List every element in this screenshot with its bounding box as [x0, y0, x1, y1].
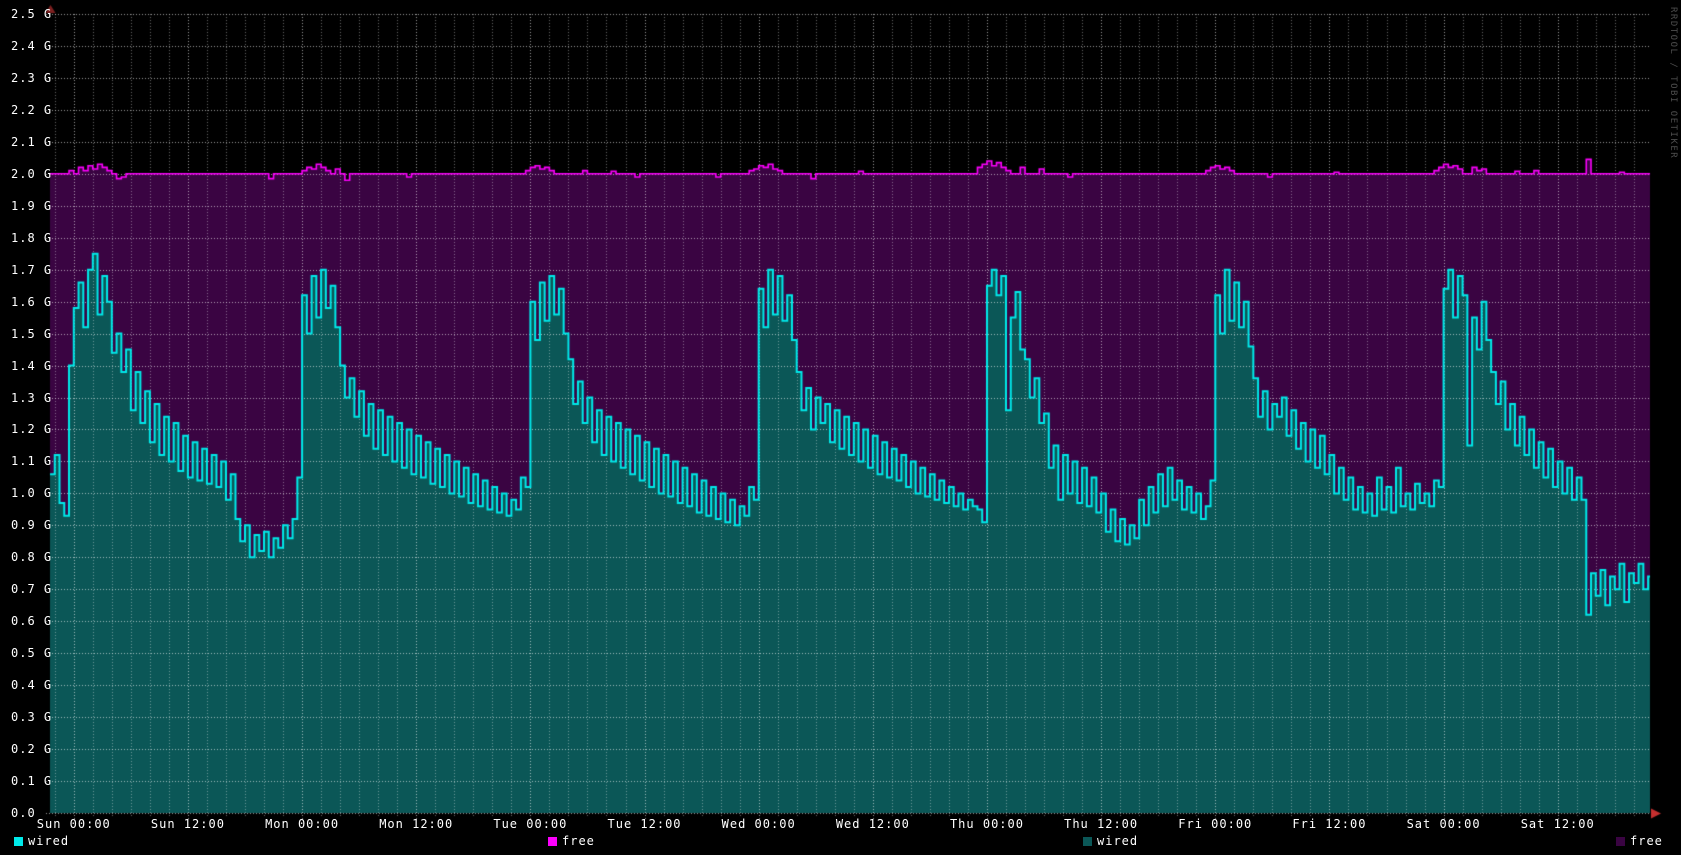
y-axis-label: 0.6 G	[11, 614, 52, 628]
legend-swatch	[1616, 837, 1625, 846]
y-axis-label: 0.3 G	[11, 710, 52, 724]
y-axis-label: 2.3 G	[11, 71, 52, 85]
x-axis-label: Mon 00:00	[257, 817, 347, 831]
y-axis-label: 1.2 G	[11, 422, 52, 436]
y-axis-label: 0.5 G	[11, 646, 52, 660]
y-axis-label: 0.4 G	[11, 678, 52, 692]
memory-graph-canvas	[0, 0, 1681, 855]
legend-label: wired	[28, 833, 69, 849]
legend-label: free	[1630, 833, 1663, 849]
y-axis-label: 0.7 G	[11, 582, 52, 596]
legend-swatch	[1083, 837, 1092, 846]
x-axis-label: Mon 12:00	[371, 817, 461, 831]
x-axis-label: Sat 00:00	[1399, 817, 1489, 831]
y-axis-label: 1.0 G	[11, 486, 52, 500]
x-axis-label: Thu 00:00	[942, 817, 1032, 831]
x-axis-label: Wed 12:00	[828, 817, 918, 831]
y-axis-label: 1.9 G	[11, 199, 52, 213]
y-axis-label: 0.8 G	[11, 550, 52, 564]
y-axis-label: 2.4 G	[11, 39, 52, 53]
y-axis-label: 1.5 G	[11, 327, 52, 341]
rrdtool-watermark: RRDTOOL / TOBI OETIKER	[1668, 7, 1678, 159]
y-axis-label: 0.2 G	[11, 742, 52, 756]
x-axis-label: Wed 00:00	[714, 817, 804, 831]
legend-swatch	[14, 837, 23, 846]
rrdtool-memory-graph: 2.5 G 2.4 G 2.3 G 2.2 G 2.1 G 2.0 G 1.9 G 1.8 G…	[0, 0, 1681, 855]
y-axis-label: 1.8 G	[11, 231, 52, 245]
x-axis-label: Sun 12:00	[143, 817, 233, 831]
y-axis-label: 1.3 G	[11, 391, 52, 405]
y-axis-label: 2.2 G	[11, 103, 52, 117]
y-axis-label: 1.1 G	[11, 454, 52, 468]
y-axis-label: 0.1 G	[11, 774, 52, 788]
legend-label: free	[562, 833, 595, 849]
x-axis-label: Fri 12:00	[1284, 817, 1374, 831]
y-axis-label: 1.7 G	[11, 263, 52, 277]
x-axis-label: Sat 12:00	[1513, 817, 1603, 831]
y-axis-label: 1.6 G	[11, 295, 52, 309]
legend-label: wired	[1097, 833, 1138, 849]
y-axis-label: 0.9 G	[11, 518, 52, 532]
x-axis-label: Tue 12:00	[600, 817, 690, 831]
x-axis-label: Thu 12:00	[1056, 817, 1146, 831]
legend-swatch	[548, 837, 557, 846]
y-axis-label: 1.4 G	[11, 359, 52, 373]
x-axis-label: Tue 00:00	[485, 817, 575, 831]
y-axis-label: 2.0 G	[11, 167, 52, 181]
y-axis-label: 2.5 G	[11, 7, 52, 21]
x-axis-label: Sun 00:00	[29, 817, 119, 831]
y-axis-label: 2.1 G	[11, 135, 52, 149]
x-axis-label: Fri 00:00	[1170, 817, 1260, 831]
